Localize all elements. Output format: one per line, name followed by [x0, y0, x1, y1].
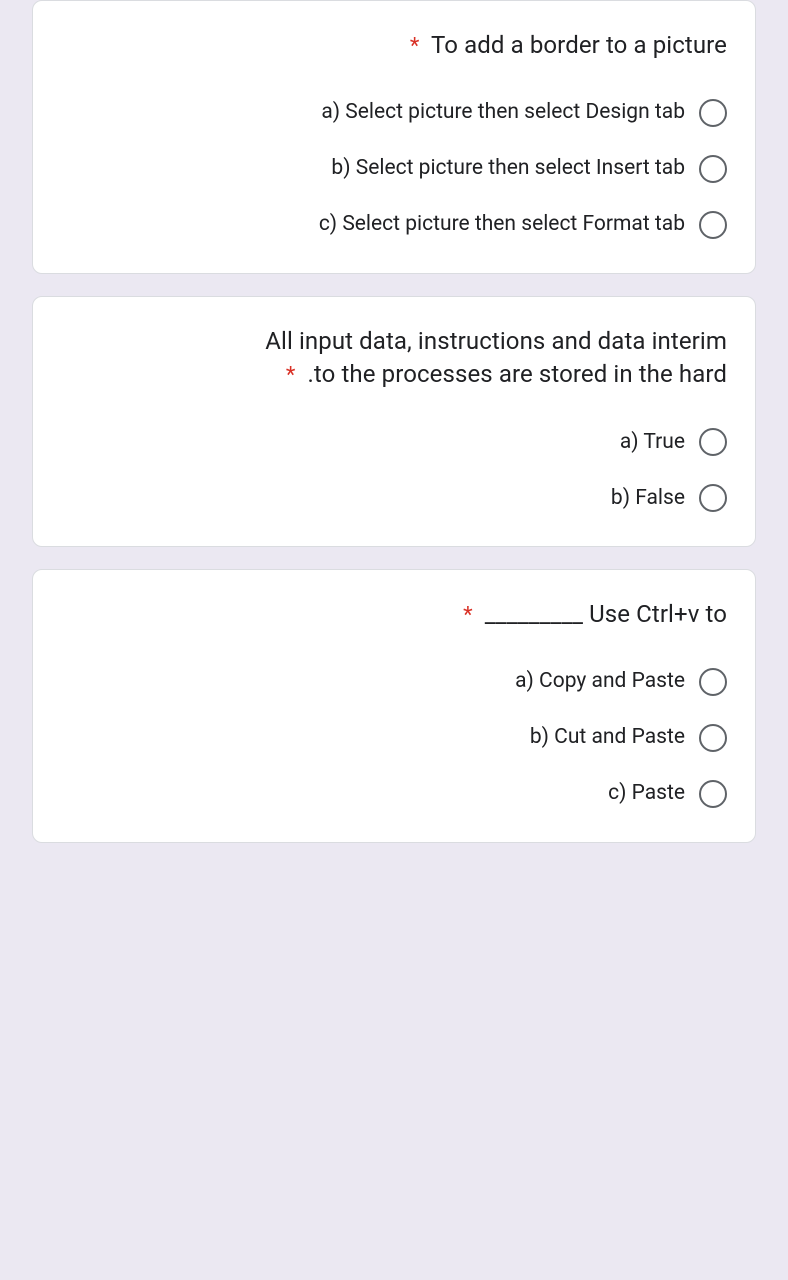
option-row[interactable]: b) Select picture then select Insert tab [61, 155, 727, 183]
required-asterisk: * [463, 603, 473, 628]
question-text: _________ Use Ctrl+v to [485, 600, 727, 628]
option-label: b) Cut and Paste [530, 724, 685, 751]
question-card: * To add a border to a picture a) Select… [32, 0, 756, 274]
option-row[interactable]: a) Copy and Paste [61, 668, 727, 696]
option-label: a) True [620, 429, 685, 456]
question-title: * To add a border to a picture [61, 29, 727, 63]
radio-icon[interactable] [699, 668, 727, 696]
question-card: All input data, instructions and data in… [32, 296, 756, 547]
option-row[interactable]: b) Cut and Paste [61, 724, 727, 752]
required-asterisk: * [286, 363, 296, 388]
question-text-line2: .to the processes are stored in the hard [308, 360, 728, 388]
required-asterisk: * [410, 34, 420, 59]
question-title: * _________ Use Ctrl+v to [61, 598, 727, 632]
radio-icon[interactable] [699, 211, 727, 239]
option-row[interactable]: a) Select picture then select Design tab [61, 99, 727, 127]
form-page: * To add a border to a picture a) Select… [0, 0, 788, 843]
option-label: a) Select picture then select Design tab [321, 99, 685, 126]
option-row[interactable]: b) False [61, 484, 727, 512]
radio-icon[interactable] [699, 428, 727, 456]
options-group: a) Select picture then select Design tab… [61, 99, 727, 239]
options-group: a) Copy and Paste b) Cut and Paste c) Pa… [61, 668, 727, 808]
question-text-line1: All input data, instructions and data in… [265, 327, 727, 355]
radio-icon[interactable] [699, 99, 727, 127]
radio-icon[interactable] [699, 724, 727, 752]
option-row[interactable]: c) Select picture then select Format tab [61, 211, 727, 239]
option-row[interactable]: c) Paste [61, 780, 727, 808]
radio-icon[interactable] [699, 155, 727, 183]
radio-icon[interactable] [699, 484, 727, 512]
option-label: c) Paste [608, 780, 685, 807]
option-label: c) Select picture then select Format tab [319, 211, 685, 238]
option-label: b) Select picture then select Insert tab [331, 155, 685, 182]
radio-icon[interactable] [699, 780, 727, 808]
question-text: To add a border to a picture [431, 31, 727, 59]
option-row[interactable]: a) True [61, 428, 727, 456]
option-label: a) Copy and Paste [515, 668, 685, 695]
options-group: a) True b) False [61, 428, 727, 512]
question-card: * _________ Use Ctrl+v to a) Copy and Pa… [32, 569, 756, 843]
question-title: All input data, instructions and data in… [61, 325, 727, 392]
option-label: b) False [611, 485, 685, 512]
